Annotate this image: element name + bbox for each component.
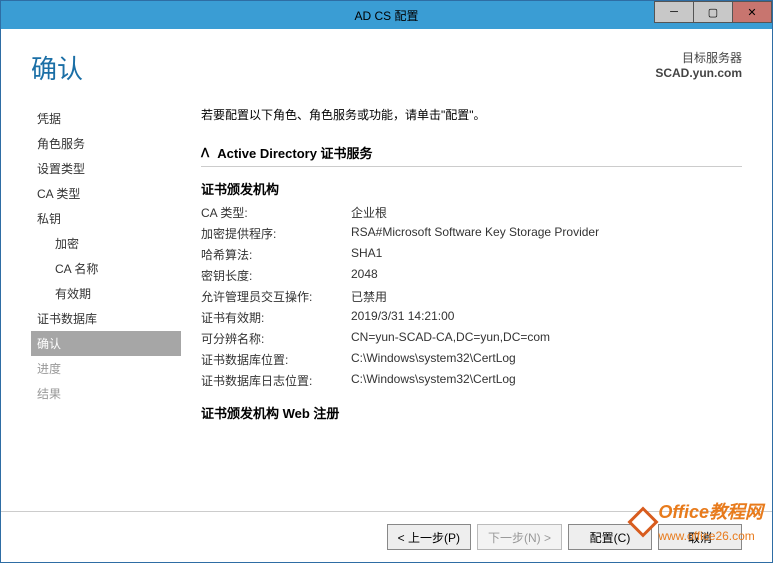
kv-cert-db-log-location: 证书数据库日志位置: C:\Windows\system32\CertLog bbox=[201, 372, 742, 389]
kv-ca-type: CA 类型: 企业根 bbox=[201, 204, 742, 221]
kv-key: 证书数据库日志位置: bbox=[201, 372, 351, 389]
kv-cert-validity: 证书有效期: 2019/3/31 14:21:00 bbox=[201, 309, 742, 326]
sidebar-item-progress: 进度 bbox=[31, 356, 181, 381]
window-controls: ─ ▢ ✕ bbox=[655, 1, 772, 23]
kv-key: 允许管理员交互操作: bbox=[201, 288, 351, 305]
wizard-body: 凭据 角色服务 设置类型 CA 类型 私钥 加密 CA 名称 有效期 证书数据库… bbox=[1, 96, 772, 511]
kv-value: C:\Windows\system32\CertLog bbox=[351, 351, 742, 368]
office-icon bbox=[628, 506, 659, 537]
target-server-name: SCAD.yun.com bbox=[655, 66, 742, 80]
maximize-button[interactable]: ▢ bbox=[693, 1, 733, 23]
kv-value: 2019/3/31 14:21:00 bbox=[351, 309, 742, 326]
sidebar-item-ca-name[interactable]: CA 名称 bbox=[31, 256, 181, 281]
main-content: 若要配置以下角色、角色服务或功能，请单击"配置"。 ᐱ Active Direc… bbox=[181, 96, 742, 501]
next-button: 下一步(N) > bbox=[477, 524, 562, 550]
section-title: Active Directory 证书服务 bbox=[217, 143, 372, 162]
minimize-button[interactable]: ─ bbox=[654, 1, 694, 23]
sidebar-item-cert-database[interactable]: 证书数据库 bbox=[31, 306, 181, 331]
kv-value: SHA1 bbox=[351, 246, 742, 263]
kv-value: 企业根 bbox=[351, 204, 742, 221]
kv-key: 证书有效期: bbox=[201, 309, 351, 326]
kv-hash-algorithm: 哈希算法: SHA1 bbox=[201, 246, 742, 263]
kv-key: 证书数据库位置: bbox=[201, 351, 351, 368]
wizard-header: 确认 目标服务器 SCAD.yun.com bbox=[1, 29, 772, 96]
kv-value: RSA#Microsoft Software Key Storage Provi… bbox=[351, 225, 742, 242]
sidebar-item-setup-type[interactable]: 设置类型 bbox=[31, 156, 181, 181]
kv-admin-interaction: 允许管理员交互操作: 已禁用 bbox=[201, 288, 742, 305]
sidebar-item-results: 结果 bbox=[31, 381, 181, 406]
kv-key: CA 类型: bbox=[201, 204, 351, 221]
window-title: AD CS 配置 bbox=[354, 7, 418, 24]
kv-value: C:\Windows\system32\CertLog bbox=[351, 372, 742, 389]
kv-value: 已禁用 bbox=[351, 288, 742, 305]
kv-cert-db-location: 证书数据库位置: C:\Windows\system32\CertLog bbox=[201, 351, 742, 368]
window: AD CS 配置 ─ ▢ ✕ 确认 目标服务器 SCAD.yun.com 凭据 … bbox=[0, 0, 773, 563]
group-heading-ca-web-enroll: 证书颁发机构 Web 注册 bbox=[201, 403, 742, 422]
watermark-url: www.office26.com bbox=[658, 529, 755, 543]
sidebar-item-cryptography[interactable]: 加密 bbox=[31, 231, 181, 256]
target-server-info: 目标服务器 SCAD.yun.com bbox=[655, 49, 742, 80]
target-server-label: 目标服务器 bbox=[655, 49, 742, 66]
kv-key: 密钥长度: bbox=[201, 267, 351, 284]
close-button[interactable]: ✕ bbox=[732, 1, 772, 23]
kv-crypto-provider: 加密提供程序: RSA#Microsoft Software Key Stora… bbox=[201, 225, 742, 242]
group-heading-ca: 证书颁发机构 bbox=[201, 179, 742, 198]
kv-key-length: 密钥长度: 2048 bbox=[201, 267, 742, 284]
instruction-text: 若要配置以下角色、角色服务或功能，请单击"配置"。 bbox=[201, 106, 742, 123]
kv-key: 哈希算法: bbox=[201, 246, 351, 263]
sidebar-item-private-key[interactable]: 私钥 bbox=[31, 206, 181, 231]
page-title: 确认 bbox=[31, 49, 83, 86]
titlebar: AD CS 配置 ─ ▢ ✕ bbox=[1, 1, 772, 29]
watermark-brand: Office教程网 bbox=[658, 502, 763, 522]
sidebar-item-role-services[interactable]: 角色服务 bbox=[31, 131, 181, 156]
kv-distinguished-name: 可分辨名称: CN=yun-SCAD-CA,DC=yun,DC=com bbox=[201, 330, 742, 347]
sidebar-item-confirmation[interactable]: 确认 bbox=[31, 331, 181, 356]
watermark: Office教程网 www.office26.com bbox=[632, 498, 763, 545]
wizard-steps-sidebar: 凭据 角色服务 设置类型 CA 类型 私钥 加密 CA 名称 有效期 证书数据库… bbox=[31, 96, 181, 501]
chevron-up-icon: ᐱ bbox=[201, 146, 209, 160]
kv-key: 加密提供程序: bbox=[201, 225, 351, 242]
sidebar-item-credentials[interactable]: 凭据 bbox=[31, 106, 181, 131]
sidebar-item-validity-period[interactable]: 有效期 bbox=[31, 281, 181, 306]
sidebar-item-ca-type[interactable]: CA 类型 bbox=[31, 181, 181, 206]
kv-value: CN=yun-SCAD-CA,DC=yun,DC=com bbox=[351, 330, 742, 347]
kv-value: 2048 bbox=[351, 267, 742, 284]
kv-key: 可分辨名称: bbox=[201, 330, 351, 347]
section-header-adcs[interactable]: ᐱ Active Directory 证书服务 bbox=[201, 139, 742, 167]
previous-button[interactable]: < 上一步(P) bbox=[387, 524, 471, 550]
